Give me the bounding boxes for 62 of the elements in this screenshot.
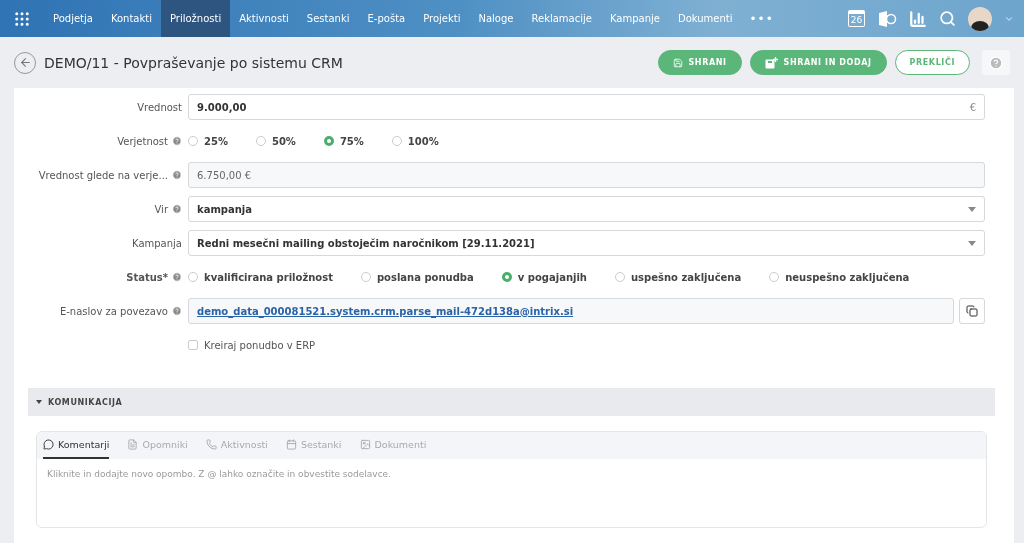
bar-chart-icon[interactable]	[909, 9, 927, 28]
radio-option[interactable]: 50%	[255, 135, 296, 147]
help-icon[interactable]	[172, 272, 182, 282]
comment-icon	[43, 439, 54, 450]
copy-icon	[966, 305, 978, 317]
cancel-button[interactable]: PREKLIČI	[894, 50, 970, 75]
radio-option[interactable]: v pogajanjih	[501, 271, 587, 283]
help-icon[interactable]	[172, 204, 182, 214]
save-and-add-button[interactable]: SHRANI IN DODAJ	[749, 50, 887, 75]
copy-button[interactable]	[959, 298, 985, 324]
arrow-left-icon	[18, 56, 32, 69]
field-label: Vrednost	[137, 101, 182, 113]
radio-option[interactable]: 100%	[391, 135, 439, 147]
radio-option[interactable]: poslana ponudba	[360, 271, 474, 283]
floppy-disk-plus-icon	[764, 56, 778, 69]
nav-item[interactable]: Kampanje	[600, 0, 669, 37]
field-label: Vrednost glede na verje...	[38, 169, 168, 181]
nav-item[interactable]: E-pošta	[358, 0, 415, 37]
select-field[interactable]: kampanja	[188, 196, 985, 222]
search-icon[interactable]	[939, 10, 956, 27]
more-menu[interactable]: •••	[741, 0, 782, 37]
value-field[interactable]: 9.000,00 €	[188, 94, 985, 120]
help-icon	[989, 55, 1003, 70]
calendar-icon	[285, 439, 297, 450]
nav-item[interactable]: Priložnosti	[160, 0, 231, 37]
select-field[interactable]: Redni mesečni mailing obstoječim naročnikom [29.11.2021]	[188, 230, 985, 256]
document-icon	[127, 439, 139, 450]
nav-item[interactable]: Aktivnosti	[230, 0, 298, 37]
phone-icon	[205, 439, 217, 450]
field-label: Status*	[126, 271, 168, 283]
help-icon[interactable]	[172, 306, 182, 316]
readonly-field: 6.750,00 €	[188, 162, 985, 188]
nav-item[interactable]: Dokumenti	[668, 0, 742, 37]
email-link[interactable]: demo_data_000081521.system.crm.parse_mail-472d138a@intrix.si	[197, 305, 574, 317]
page-title: DEMO/11 - Povpraševanje po sistemu CRM	[44, 54, 343, 71]
radio-option[interactable]: 25%	[188, 135, 228, 147]
erp-checkbox[interactable]: Kreiraj ponudbo v ERP	[188, 339, 316, 351]
help-button[interactable]	[982, 50, 1010, 75]
field-label: Verjetnost	[117, 135, 168, 147]
nav-item[interactable]: Sestanki	[297, 0, 359, 37]
calendar-icon[interactable]: 26	[848, 10, 865, 27]
user-avatar[interactable]	[968, 6, 992, 31]
apps-grid-icon[interactable]	[13, 9, 31, 28]
radio-option[interactable]: 75%	[323, 135, 364, 147]
field-label: E-naslov za povezavo	[59, 305, 168, 317]
radio-option[interactable]: neuspešno zaključena	[769, 271, 910, 283]
radio-option[interactable]: kvalificirana priložnost	[188, 271, 333, 283]
nav-item[interactable]: Projekti	[414, 0, 470, 37]
nav-item[interactable]: Reklamacije	[522, 0, 601, 37]
field-label: Vir	[154, 203, 168, 215]
field-label: Kampanja	[132, 237, 182, 249]
image-icon	[359, 439, 371, 450]
radio-option[interactable]: uspešno zaključena	[615, 271, 742, 283]
help-icon[interactable]	[172, 170, 182, 180]
comment-placeholder[interactable]: Kliknite in dodajte novo opombo. Z @ lahko označite in obvestite sodelavce.	[37, 459, 986, 489]
nav-item[interactable]: Kontakti	[101, 0, 161, 37]
save-button[interactable]: SHRANI	[657, 50, 742, 75]
help-icon[interactable]	[172, 136, 182, 146]
nav-item[interactable]: Podjetja	[44, 0, 102, 37]
comm-tab[interactable]: Komentarji	[43, 432, 110, 459]
section-header[interactable]: KOMUNIKACIJA	[28, 388, 995, 416]
nav-item[interactable]: Naloge	[469, 0, 523, 37]
